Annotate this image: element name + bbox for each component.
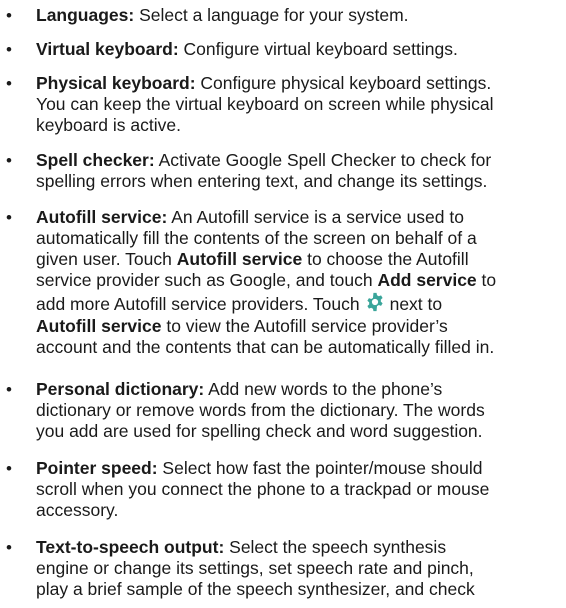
item-term: Autofill service: xyxy=(36,207,168,227)
autofill-service-keyword: Autofill service xyxy=(36,316,162,336)
item-description: next to xyxy=(389,294,443,314)
item-description: Select the speech synthesis xyxy=(224,537,447,557)
item-term: Languages: xyxy=(36,5,135,25)
item-description: scroll when you connect the phone to a t… xyxy=(36,479,490,499)
item-description: Activate Google Spell Checker to check f… xyxy=(154,150,492,170)
bullet: • xyxy=(6,74,12,93)
bullet: • xyxy=(6,459,12,478)
bullet: • xyxy=(6,6,12,25)
item-description: Select how fast the pointer/mouse should xyxy=(157,458,483,478)
item-description: accessory. xyxy=(36,500,119,520)
item-description: engine or change its settings, set speec… xyxy=(36,558,474,578)
item-term: Physical keyboard: xyxy=(36,73,196,93)
autofill-service-keyword: Autofill service xyxy=(176,249,303,269)
item-description: account and the contents that can be aut… xyxy=(36,337,495,357)
bullet: • xyxy=(6,538,12,557)
list-item-text-to-speech-output: • Text-to-speech output: Select the spee… xyxy=(6,537,562,600)
list-item-personal-dictionary: • Personal dictionary: Add new words to … xyxy=(6,379,562,442)
item-description: You can keep the virtual keyboard on scr… xyxy=(36,94,494,114)
item-description: Select a language for your system. xyxy=(134,5,409,25)
list-item-languages: • Languages: Select a language for your … xyxy=(6,5,562,26)
bullet: • xyxy=(6,40,12,59)
list-item-autofill-service: • Autofill service: An Autofill service … xyxy=(6,207,562,358)
item-description: Add new words to the phone’s xyxy=(204,379,443,399)
item-description: Configure physical keyboard settings. xyxy=(195,73,492,93)
item-description: to choose the Autofill xyxy=(302,249,469,269)
add-service-keyword: Add service xyxy=(377,270,477,290)
item-description: given user. Touch xyxy=(36,249,177,269)
item-description: add more Autofill service providers. Tou… xyxy=(36,294,360,314)
item-term: Pointer speed: xyxy=(36,458,158,478)
item-description: you add are used for spelling check and … xyxy=(36,421,483,441)
item-description: to view the Autofill service provider’s xyxy=(161,316,448,336)
item-term: Virtual keyboard: xyxy=(36,39,179,59)
item-description: to xyxy=(476,270,497,290)
bullet: • xyxy=(6,380,12,399)
item-term: Text-to-speech output: xyxy=(36,537,225,557)
item-description: spelling errors when entering text, and … xyxy=(36,171,488,191)
item-description: Configure virtual keyboard settings. xyxy=(178,39,458,59)
gear-icon xyxy=(366,292,383,312)
item-term: Personal dictionary: xyxy=(36,379,205,399)
bullet: • xyxy=(6,151,12,170)
item-description: dictionary or remove words from the dict… xyxy=(36,400,485,420)
bullet: • xyxy=(6,208,12,227)
list-item-virtual-keyboard: • Virtual keyboard: Configure virtual ke… xyxy=(6,39,562,60)
list-item-spell-checker: • Spell checker: Activate Google Spell C… xyxy=(6,150,562,192)
item-description: service provider such as Google, and tou… xyxy=(36,270,378,290)
list-item-pointer-speed: • Pointer speed: Select how fast the poi… xyxy=(6,458,562,521)
item-description: automatically fill the contents of the s… xyxy=(36,228,477,248)
item-description: keyboard is active. xyxy=(36,115,181,135)
item-term: Spell checker: xyxy=(36,150,155,170)
item-description: play a brief sample of the speech synthe… xyxy=(36,579,475,599)
list-item-physical-keyboard: • Physical keyboard: Configure physical … xyxy=(6,73,562,136)
item-description: An Autofill service is a service used to xyxy=(167,207,464,227)
